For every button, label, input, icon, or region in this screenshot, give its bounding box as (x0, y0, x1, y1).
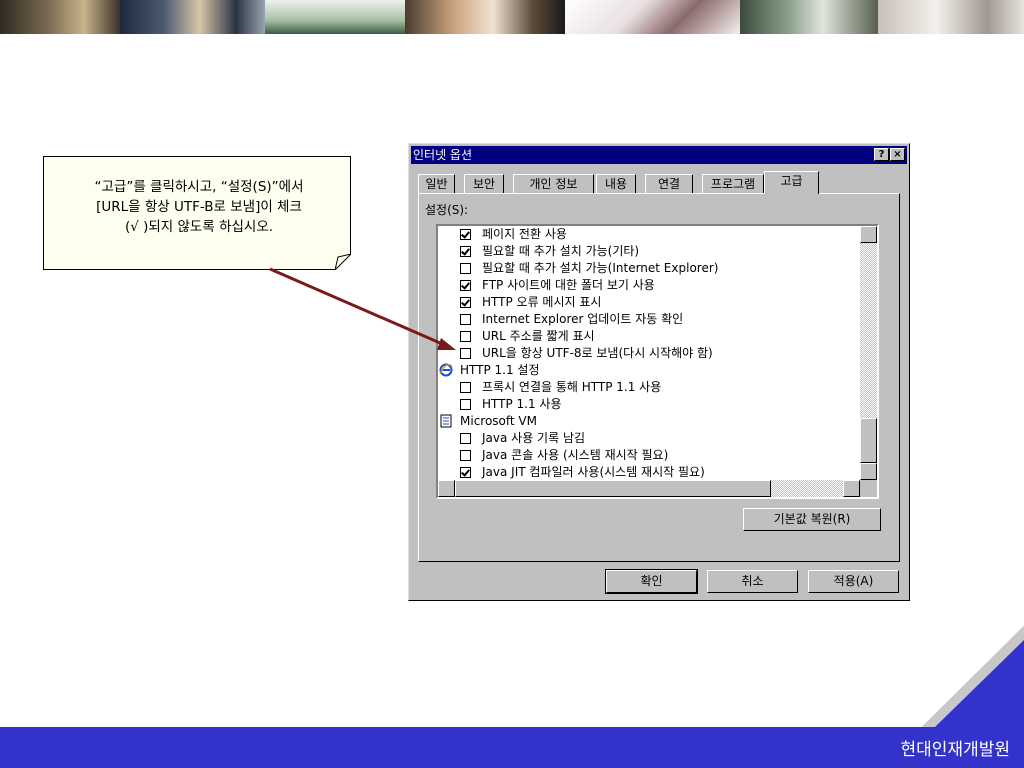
footer-bar (0, 727, 1024, 768)
tab-advanced[interactable]: 고급 (764, 171, 819, 194)
corner-triangle-decoration (922, 626, 1024, 727)
organization-name: 현대인재개발원 (900, 740, 1010, 760)
